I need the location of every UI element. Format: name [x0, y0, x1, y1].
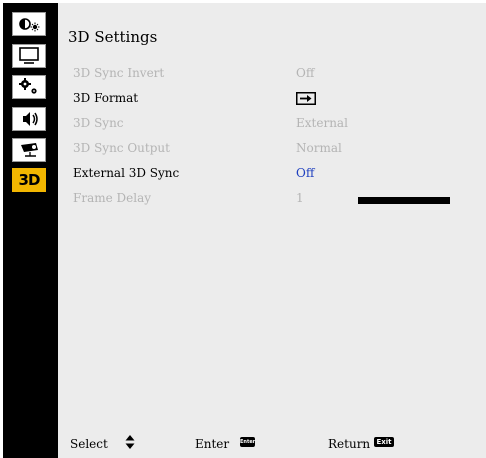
setting-label: 3D Sync Output [73, 141, 170, 155]
setting-label: 3D Sync Invert [73, 66, 165, 80]
arrow-right-icon [296, 92, 316, 110]
row-3d-sync-invert[interactable]: 3D Sync Invert Off [58, 63, 486, 85]
3d-icon[interactable]: 3D [12, 168, 46, 192]
projector-options-icon[interactable] [12, 138, 46, 162]
row-external-3d-sync[interactable]: External 3D Sync Off [58, 163, 486, 185]
page-title: 3D Settings [68, 28, 158, 46]
row-3d-format[interactable]: 3D Format [58, 88, 486, 110]
enter-hint-label: Enter [195, 437, 230, 451]
frame-delay-slider[interactable] [358, 197, 450, 204]
3d-tab-label: 3D [18, 171, 41, 189]
setting-value: External [296, 116, 348, 130]
row-3d-sync[interactable]: 3D Sync External [58, 113, 486, 135]
setting-label: 3D Format [73, 91, 139, 105]
setting-label: 3D Sync [73, 116, 124, 130]
setting-value: Off [296, 66, 315, 80]
row-frame-delay[interactable]: Frame Delay 1 [58, 188, 486, 210]
row-3d-sync-output[interactable]: 3D Sync Output Normal [58, 138, 486, 160]
enter-key-icon: Enter [240, 437, 256, 447]
settings-gears-icon[interactable] [12, 75, 46, 99]
setting-value: 1 [296, 191, 304, 205]
select-hint-label: Select [70, 437, 108, 451]
setting-label: External 3D Sync [73, 166, 180, 180]
sidebar: 3D [3, 3, 58, 458]
picture-brightness-icon[interactable] [12, 12, 46, 36]
setting-label: Frame Delay [73, 191, 152, 205]
up-down-arrows-icon [125, 435, 135, 454]
osd-menu: 3D 3D Settings 3D Sync Invert Off 3D For… [3, 3, 486, 458]
return-hint-label: Return [328, 437, 371, 451]
footer-hints: Select Enter Enter Return Exit [58, 431, 486, 455]
volume-icon[interactable] [12, 107, 46, 131]
settings-panel: 3D Settings 3D Sync Invert Off 3D Format… [58, 3, 486, 458]
exit-key-icon: Exit [374, 437, 394, 447]
setting-value: Off [296, 166, 315, 180]
screen-icon[interactable] [12, 44, 46, 68]
setting-value: Normal [296, 141, 342, 155]
